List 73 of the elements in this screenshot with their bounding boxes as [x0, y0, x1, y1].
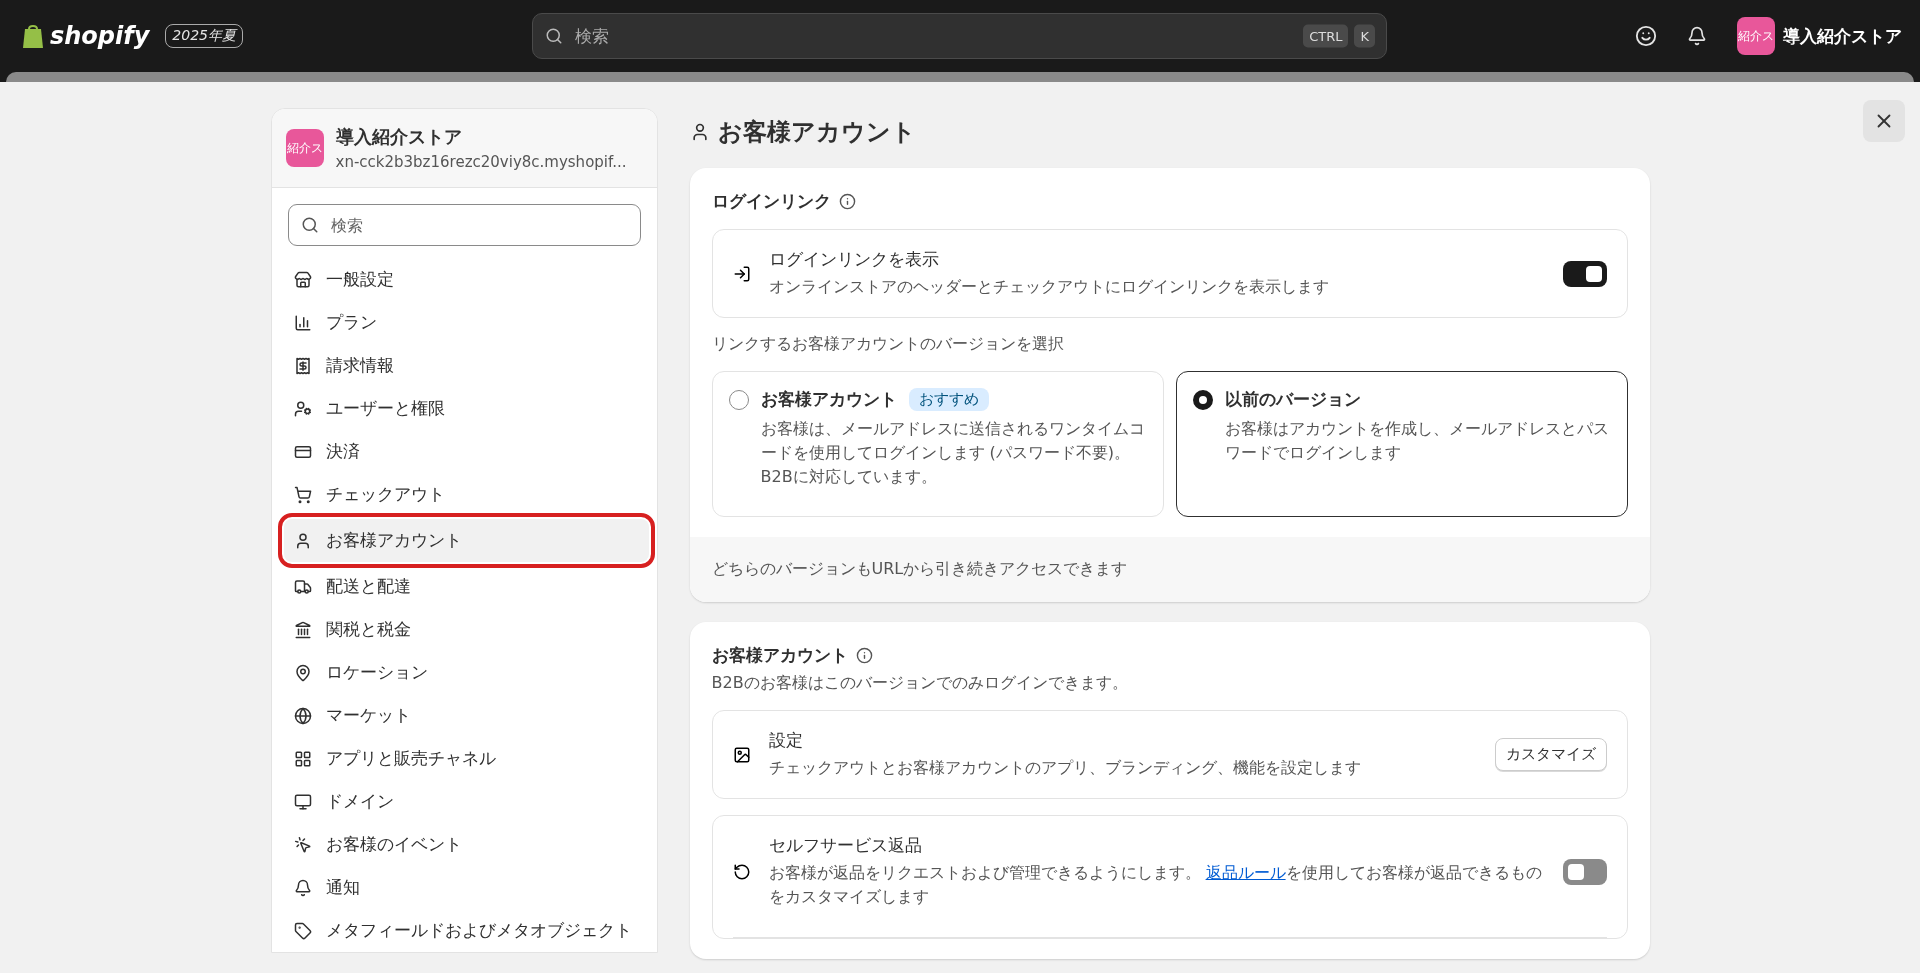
sidebar-item[interactable]: ロケーション [283, 651, 649, 694]
sidebar-item[interactable]: 関税と税金 [283, 608, 649, 651]
recommended-badge: おすすめ [908, 388, 989, 411]
toggle-switch[interactable] [1562, 858, 1607, 885]
return-icon [732, 862, 751, 881]
shortcut-key: CTRL [1303, 24, 1349, 48]
toggle-switch[interactable] [1562, 260, 1607, 287]
info-icon[interactable] [855, 647, 873, 664]
bell-icon[interactable] [1687, 26, 1707, 46]
bank-icon [293, 620, 312, 639]
store-icon [293, 270, 312, 289]
version-option[interactable]: 以前のバージョン お客様はアカウントを作成し、メールアドレスとパスワードでログインします [1175, 371, 1628, 517]
grid-icon [293, 749, 312, 768]
info-icon[interactable] [838, 193, 856, 210]
sidebar-item[interactable]: プラン [283, 301, 649, 344]
option-title: お客様アカウント [760, 388, 897, 411]
setting-description: チェックアウトとお客様アカウントのアプリ、ブランディング、機能を設定します [768, 757, 1362, 779]
edition-badge: 2025年夏 [165, 24, 243, 48]
option-description: お客様はアカウントを作成し、メールアドレスとパスワードでログインします [1224, 418, 1610, 464]
customize-button[interactable]: カスタマイズ [1494, 738, 1607, 771]
setting-title: セルフサービス返品 [768, 834, 923, 857]
login-icon [732, 264, 751, 283]
sidebar-item[interactable]: 一般設定 [283, 258, 649, 301]
setting-description: お客様が返品をリクエストおよび管理できるようにします。 返品ルールを使用してお客様が返品できるものをカスタマイズします [768, 862, 1543, 908]
radio-button[interactable] [1192, 390, 1213, 410]
store-domain: xn-cck2b3bz16rezc20viy8c.myshopif... [335, 153, 627, 171]
cart-icon [293, 485, 312, 504]
card-title: ログインリンク [711, 190, 831, 213]
card-footer: どちらのバージョンもURLから引き続きアクセスできます [689, 537, 1650, 602]
search-icon [545, 27, 563, 45]
option-title: 以前のバージョン [1224, 388, 1361, 411]
search-icon [300, 216, 319, 234]
sidebar-item[interactable]: チェックアウト [283, 473, 649, 516]
sidebar-item[interactable]: ドメイン [283, 780, 649, 823]
store-name[interactable]: 導入紹介ストア [1783, 24, 1902, 48]
store-name: 導入紹介ストア [335, 125, 463, 149]
close-button[interactable] [1863, 100, 1905, 142]
sidebar-item[interactable]: マーケット [283, 694, 649, 737]
receipt-icon [293, 356, 312, 375]
shopping-bag-icon [22, 23, 44, 49]
version-option[interactable]: お客様アカウント おすすめ お客様は、メールアドレスに送信されるワンタイムコードを使用してログインします (パスワード不要)。B2Bに対応しています。 [711, 371, 1164, 517]
sidebar-item[interactable]: ユーザーと権限 [283, 387, 649, 430]
shortcut-key: K [1354, 24, 1375, 48]
users-icon [293, 399, 312, 418]
truck-icon [293, 577, 312, 596]
pin-icon [293, 663, 312, 682]
tag-icon [293, 921, 312, 940]
monitor-icon [293, 792, 312, 811]
bell-icon [293, 878, 312, 897]
logo-text[interactable]: shopify [50, 22, 150, 50]
setting-description: オンラインストアのヘッダーとチェックアウトにログインリンクを表示します [768, 276, 1330, 298]
sidebar-item[interactable]: 配送と配達 [283, 565, 649, 608]
globe-icon [293, 706, 312, 725]
option-description: お客様は、メールアドレスに送信されるワンタイムコードを使用してログインします (パスワード不要)。B2Bに対応しています。 [760, 418, 1146, 488]
card-title: お客様アカウント [711, 644, 848, 667]
store-avatar: 紹介ス [285, 129, 324, 167]
version-prompt: リンクするお客様アカウントのバージョンを選択 [711, 334, 1065, 355]
card-subtitle: B2Bのお客様はこのバージョンでのみログインできます。 [711, 673, 1129, 694]
pointer-icon [293, 835, 312, 854]
sidebar-item[interactable]: 通知 [283, 866, 649, 909]
chart-icon [293, 313, 312, 332]
sidebar-item[interactable]: 決済 [283, 430, 649, 473]
setting-title: ログインリンクを表示 [768, 248, 940, 271]
face-icon[interactable] [1635, 25, 1657, 47]
page-title: お客様アカウント [717, 117, 916, 148]
sidebar-item[interactable]: 請求情報 [283, 344, 649, 387]
sidebar-item[interactable]: メタフィールドおよびメタオブジェクト [283, 909, 649, 952]
setting-title: 設定 [768, 729, 804, 752]
image-icon [732, 745, 751, 764]
search-field[interactable]: 検索 [287, 204, 641, 246]
return-rules-link[interactable]: 返品ルール [1205, 863, 1286, 882]
sidebar-item[interactable]: お客様のイベント [283, 823, 649, 866]
sidebar-item[interactable]: アプリと販売チャネル [283, 737, 649, 780]
